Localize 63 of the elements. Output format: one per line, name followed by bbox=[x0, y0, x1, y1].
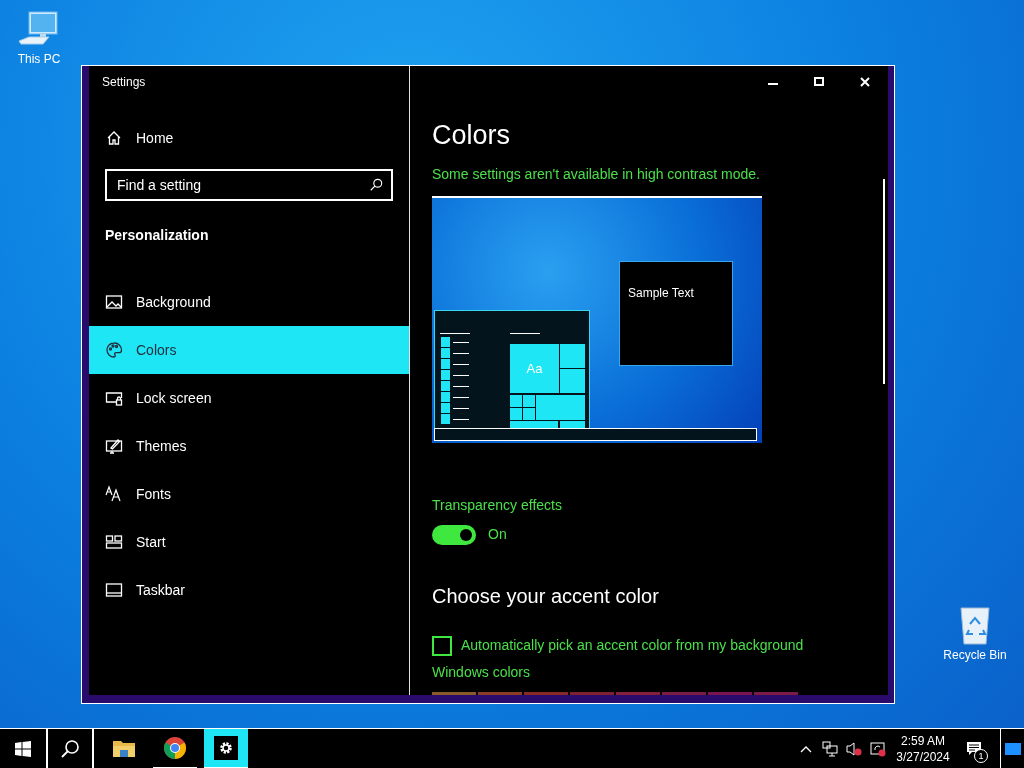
gear-icon bbox=[214, 735, 238, 760]
sync-error-icon bbox=[870, 740, 886, 757]
monitor-lock-icon bbox=[105, 389, 123, 407]
clock-date: 3/27/2024 bbox=[896, 748, 950, 765]
brush-monitor-icon bbox=[105, 437, 123, 455]
icon-label: This PC bbox=[17, 51, 61, 68]
color-swatch[interactable] bbox=[662, 692, 706, 695]
home-icon bbox=[106, 130, 122, 146]
font-size-icon bbox=[105, 485, 123, 503]
section-heading: Choose your accent color bbox=[432, 584, 659, 609]
search-icon bbox=[60, 738, 80, 759]
subsection-label: Windows colors bbox=[432, 663, 531, 682]
small-tiles-drawing bbox=[560, 344, 585, 393]
section-heading: Personalization bbox=[105, 227, 209, 243]
nav-item[interactable]: Themes bbox=[89, 422, 409, 470]
color-swatch[interactable] bbox=[524, 692, 568, 695]
taskbar-app[interactable] bbox=[204, 728, 248, 768]
nav-item[interactable]: Lock screen bbox=[89, 374, 409, 422]
color-swatch[interactable] bbox=[754, 692, 798, 695]
notifications-button[interactable]: 1 bbox=[956, 728, 992, 768]
nav-item[interactable]: Background bbox=[89, 278, 409, 326]
checkbox[interactable] bbox=[432, 635, 452, 656]
picture-icon bbox=[105, 293, 123, 311]
chevron-up-icon bbox=[800, 744, 812, 753]
window-title: Settings bbox=[102, 74, 146, 91]
search-field[interactable]: Find a setting bbox=[105, 169, 393, 201]
desktop-icon[interactable]: This PC bbox=[10, 8, 68, 68]
scrollbar[interactable] bbox=[883, 179, 885, 384]
nav-item[interactable]: Colors bbox=[89, 326, 409, 374]
page-title: Colors bbox=[432, 119, 511, 152]
windows-logo-icon bbox=[15, 740, 31, 757]
color-swatch[interactable] bbox=[478, 692, 522, 695]
palette-icon bbox=[105, 341, 123, 359]
taskbar-icon bbox=[105, 581, 123, 599]
notification-badge: 1 bbox=[974, 748, 988, 763]
nav-item[interactable]: Taskbar bbox=[89, 566, 409, 614]
toggle-switch[interactable] bbox=[432, 524, 476, 545]
close-icon bbox=[860, 77, 870, 87]
icon-label: Recycle Bin bbox=[943, 647, 1007, 664]
sample-text: Sample Text bbox=[628, 286, 694, 300]
nav-item[interactable]: Fonts bbox=[89, 470, 409, 518]
color-swatch[interactable] bbox=[616, 692, 660, 695]
message-icon bbox=[966, 740, 982, 757]
show-desktop-button[interactable] bbox=[1000, 728, 1024, 768]
network-icon bbox=[822, 740, 838, 757]
home-link[interactable]: Home bbox=[89, 122, 409, 154]
toggle-state: On bbox=[488, 525, 507, 544]
maximize-icon bbox=[814, 77, 824, 87]
desktop-icon[interactable]: Recycle Bin bbox=[940, 602, 1010, 664]
search-icon bbox=[369, 178, 383, 192]
setting-label: Transparency effects bbox=[432, 496, 562, 515]
nav-item[interactable]: Start bbox=[89, 518, 409, 566]
clock-time: 2:59 AM bbox=[901, 732, 945, 749]
auto-pick-checkbox[interactable]: Automatically pick an accent color from my background bbox=[432, 635, 804, 656]
tiles-icon bbox=[105, 533, 123, 551]
desktop-preview-icon bbox=[1004, 742, 1021, 755]
preview-tile: Aa bbox=[510, 344, 559, 393]
notice-text: Some settings aren't available in high contrast mode. bbox=[432, 165, 760, 184]
color-swatch[interactable] bbox=[708, 692, 752, 695]
color-swatch[interactable] bbox=[570, 692, 614, 695]
speaker-muted-icon bbox=[846, 740, 862, 757]
color-swatch[interactable] bbox=[432, 692, 476, 695]
browser-icon bbox=[163, 735, 187, 760]
